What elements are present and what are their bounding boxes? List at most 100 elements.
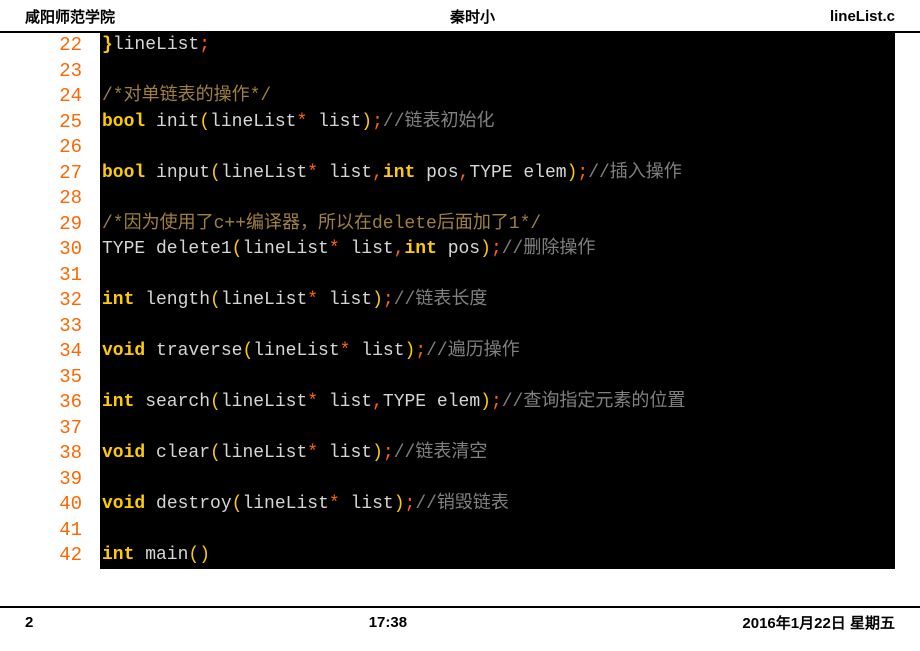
token-semi: ; [491,392,502,412]
line-content [100,416,895,442]
token-blockc: /*因为使用了c++编译器，所以在delete后面加了1*/ [102,214,541,234]
line-number: 29 [25,212,100,238]
code-line: 36int search(lineList* list,TYPE elem);/… [25,390,895,416]
line-content [100,59,895,85]
line-number: 38 [25,441,100,467]
code-line: 26 [25,135,895,161]
code-line: 42int main() [25,543,895,569]
token-sep: , [372,163,383,183]
code-line: 38void clear(lineList* list);//链表清空 [25,441,895,467]
token-kw: int [102,545,134,565]
token-ident: lineList [242,239,328,259]
token-punct: ) [199,545,210,565]
token-ident: lineList [253,341,339,361]
code-line: 35 [25,365,895,391]
token-com: //链表初始化 [383,112,495,132]
line-number: 28 [25,186,100,212]
token-star: * [307,163,318,183]
line-content: void destroy(lineList* list);//销毁链表 [100,492,895,518]
token-sep: , [372,392,383,412]
code-line: 28 [25,186,895,212]
line-number: 27 [25,161,100,187]
code-line: 32int length(lineList* list);//链表长度 [25,288,895,314]
line-number: 24 [25,84,100,110]
token-kw: bool [102,163,145,183]
token-kw: void [102,341,145,361]
token-star: * [307,290,318,310]
token-com: //删除操作 [502,239,596,259]
line-number: 36 [25,390,100,416]
line-content: int main() [100,543,895,569]
line-content [100,518,895,544]
token-ident: search [134,392,210,412]
token-semi: ; [383,443,394,463]
line-content: void traverse(lineList* list);//遍历操作 [100,339,895,365]
token-punct: ) [372,443,383,463]
token-punct: ) [372,290,383,310]
token-ident: traverse [145,341,242,361]
line-number: 42 [25,543,100,569]
token-kw: int [405,239,437,259]
token-ident: list [307,112,361,132]
line-number: 31 [25,263,100,289]
line-content: /*对单链表的操作*/ [100,84,895,110]
token-semi: ; [383,290,394,310]
line-number: 23 [25,59,100,85]
token-punct: ( [210,443,221,463]
token-kw: int [383,163,415,183]
code-line: 39 [25,467,895,493]
token-punct: ) [567,163,578,183]
token-star: * [296,112,307,132]
token-ident: list [318,443,372,463]
line-number: 22 [25,33,100,59]
token-punct: ) [361,112,372,132]
line-number: 41 [25,518,100,544]
line-content: bool input(lineList* list,int pos,TYPE e… [100,161,895,187]
token-punct: ( [188,545,199,565]
code-line: 31 [25,263,895,289]
token-star: * [307,443,318,463]
token-ident: TYPE elem [469,163,566,183]
token-ident: lineList [221,163,307,183]
code-line: 34void traverse(lineList* list);//遍历操作 [25,339,895,365]
header-institution: 咸阳师范学院 [25,6,115,27]
token-ident: list [318,163,372,183]
token-com: //链表清空 [394,443,488,463]
line-number: 26 [25,135,100,161]
token-blockc: /*对单链表的操作*/ [102,86,271,106]
token-ident: lineList [242,494,328,514]
token-punct: ( [210,163,221,183]
token-ident: clear [145,443,210,463]
line-number: 40 [25,492,100,518]
line-content [100,314,895,340]
token-brace: } [102,35,113,55]
token-ident: list [318,392,372,412]
footer-date: 2016年1月22日 星期五 [742,612,895,633]
line-number: 34 [25,339,100,365]
code-line: 30TYPE delete1(lineList* list,int pos);/… [25,237,895,263]
code-listing: 22}lineList;2324/*对单链表的操作*/25bool init(l… [25,33,895,569]
footer-time: 17:38 [369,614,407,631]
token-com: //销毁链表 [415,494,509,514]
token-punct: ) [480,392,491,412]
token-punct: ) [394,494,405,514]
code-line: 25bool init(lineList* list);//链表初始化 [25,110,895,136]
token-ident: input [145,163,210,183]
line-content: TYPE delete1(lineList* list,int pos);//删… [100,237,895,263]
token-com: //插入操作 [588,163,682,183]
line-number: 35 [25,365,100,391]
line-content [100,467,895,493]
token-kw: void [102,443,145,463]
footer-page-number: 2 [25,614,33,631]
line-content: /*因为使用了c++编译器，所以在delete后面加了1*/ [100,212,895,238]
line-number: 32 [25,288,100,314]
token-ident: list [340,494,394,514]
line-content: int length(lineList* list);//链表长度 [100,288,895,314]
token-ident: length [134,290,210,310]
token-semi: ; [405,494,416,514]
code-line: 29/*因为使用了c++编译器，所以在delete后面加了1*/ [25,212,895,238]
line-content: }lineList; [100,33,895,59]
token-kw: int [102,392,134,412]
line-content [100,186,895,212]
code-line: 40void destroy(lineList* list);//销毁链表 [25,492,895,518]
